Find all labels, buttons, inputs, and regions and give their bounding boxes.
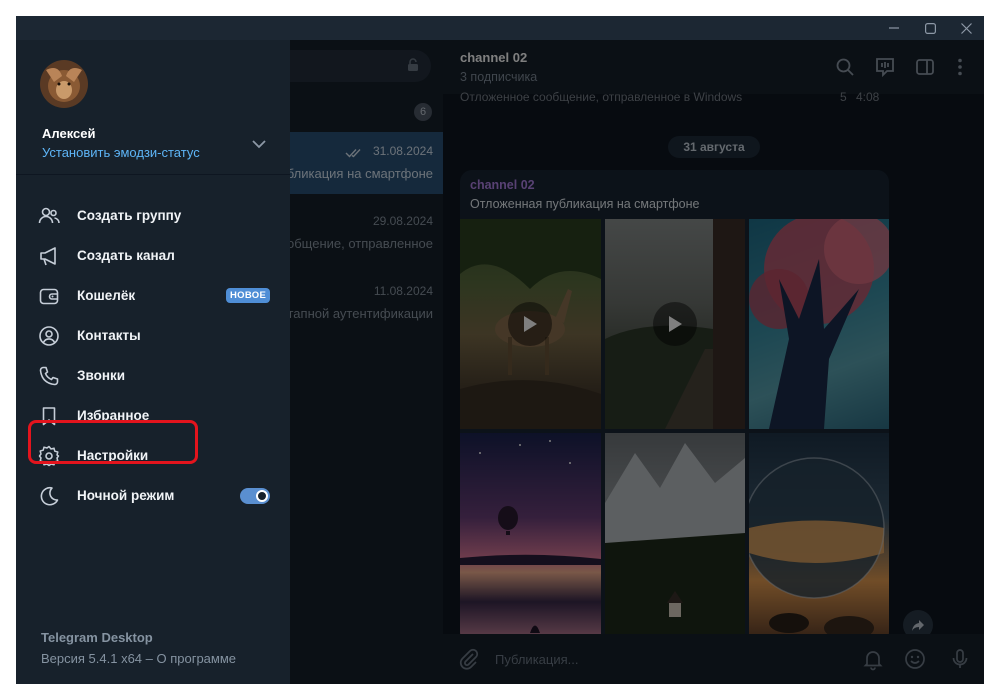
close-icon <box>960 22 972 34</box>
minimize-button[interactable] <box>876 16 912 40</box>
menu-item-label: Контакты <box>77 328 141 343</box>
group-icon <box>38 205 60 227</box>
app-name: Telegram Desktop <box>41 630 153 645</box>
moon-icon <box>38 485 60 507</box>
avatar[interactable] <box>40 60 88 108</box>
close-button[interactable] <box>948 16 984 40</box>
user-name: Алексей <box>42 126 96 141</box>
menu-item-label: Кошелёк <box>77 288 136 303</box>
night-mode-toggle[interactable] <box>240 488 270 504</box>
menu-item-label: Звонки <box>77 368 126 383</box>
chevron-down-icon[interactable] <box>249 134 269 154</box>
wallet-icon <box>38 285 60 307</box>
menu-item-create-group[interactable]: Создать группу <box>16 196 290 236</box>
menu-item-label: Создать группу <box>77 208 182 223</box>
minimize-icon <box>889 27 899 29</box>
menu-item-create-channel[interactable]: Создать канал <box>16 236 290 276</box>
set-emoji-status-link[interactable]: Установить эмодзи-статус <box>42 145 200 160</box>
toggle-knob <box>256 490 268 502</box>
menu-item-wallet[interactable]: Кошелёк НОВОЕ <box>16 276 290 316</box>
new-badge: НОВОЕ <box>226 288 271 303</box>
phone-icon <box>38 365 60 387</box>
menu-item-contacts[interactable]: Контакты <box>16 316 290 356</box>
menu-item-calls[interactable]: Звонки <box>16 356 290 396</box>
contact-icon <box>38 325 60 347</box>
menu-item-label: Создать канал <box>77 248 175 263</box>
telegram-window: 6 31.08.2024 публикация на смартфоне 29.… <box>16 16 984 684</box>
maximize-icon <box>924 22 936 34</box>
side-menu: Алексей Установить эмодзи-статус Создать… <box>16 40 290 684</box>
divider <box>16 174 290 175</box>
version-about-link[interactable]: Версия 5.4.1 x64 – О программе <box>41 651 236 666</box>
maximize-button[interactable] <box>912 16 948 40</box>
title-bar <box>16 16 984 40</box>
megaphone-icon <box>38 245 60 267</box>
settings-highlight-annotation <box>28 420 198 464</box>
menu-item-label: Ночной режим <box>77 488 175 503</box>
menu-item-night-mode[interactable]: Ночной режим <box>16 476 290 516</box>
